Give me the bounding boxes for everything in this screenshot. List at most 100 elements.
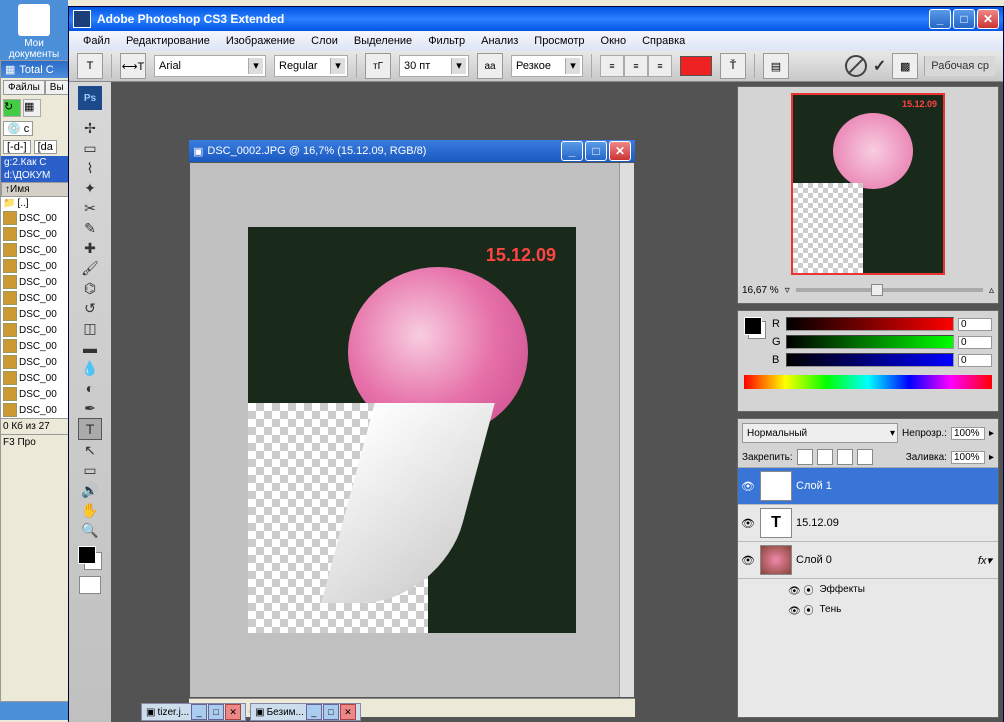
- list-item[interactable]: DSC_00: [1, 258, 69, 274]
- marquee-tool[interactable]: ▭: [79, 138, 101, 158]
- font-style-select[interactable]: Regular: [274, 55, 348, 77]
- r-slider[interactable]: [786, 317, 954, 331]
- brush-tool[interactable]: 🖌: [79, 258, 101, 278]
- align-right-button[interactable]: ≡: [648, 55, 672, 77]
- nav-zoom-slider[interactable]: [796, 288, 983, 292]
- layer-fx-shadow[interactable]: 👁 ⦿ Тень: [738, 599, 998, 619]
- history-brush-tool[interactable]: ↺: [79, 298, 101, 318]
- tc-drive-c[interactable]: 💿 c: [3, 121, 33, 136]
- gradient-tool[interactable]: ▬: [79, 338, 101, 358]
- ps-badge-icon[interactable]: Ps: [78, 86, 102, 110]
- heal-tool[interactable]: ✚: [79, 238, 101, 258]
- tab-min-icon[interactable]: _: [306, 704, 322, 720]
- menu-layers[interactable]: Слои: [303, 33, 346, 49]
- list-item[interactable]: DSC_00: [1, 306, 69, 322]
- doc-vscroll[interactable]: [619, 163, 634, 697]
- visibility-icon[interactable]: 👁: [740, 517, 756, 530]
- text-orient-icon[interactable]: ⟷T: [120, 53, 146, 79]
- tc-path-2[interactable]: d:\ДОКУМ: [1, 169, 69, 182]
- minimize-button[interactable]: _: [929, 9, 951, 29]
- char-panel-icon[interactable]: ▤: [763, 53, 789, 79]
- list-item[interactable]: DSC_00: [1, 322, 69, 338]
- tc-tab-2[interactable]: Вы: [45, 80, 69, 95]
- layer-item[interactable]: 👁 T 15.12.09: [738, 505, 998, 542]
- menu-window[interactable]: Окно: [593, 33, 635, 49]
- zoom-tool[interactable]: 🔍: [79, 520, 101, 540]
- lock-brush-icon[interactable]: [817, 449, 833, 465]
- tc-updir[interactable]: 📁[..]: [1, 197, 69, 210]
- workspace-button[interactable]: Рабочая ср: [924, 56, 995, 76]
- warp-text-icon[interactable]: Ť: [720, 53, 746, 79]
- r-value[interactable]: 0: [958, 318, 992, 331]
- menu-image[interactable]: Изображение: [218, 33, 303, 49]
- layer-fx-group[interactable]: 👁 ⦿ Эффекты: [738, 579, 998, 599]
- tab-max-icon[interactable]: □: [208, 704, 224, 720]
- text-color-swatch[interactable]: [680, 56, 712, 76]
- eraser-tool[interactable]: ◫: [79, 318, 101, 338]
- close-button[interactable]: ✕: [977, 9, 999, 29]
- layer-item[interactable]: 👁 T Слой 1: [738, 468, 998, 505]
- lock-pixels-icon[interactable]: [797, 449, 813, 465]
- visibility-icon[interactable]: 👁: [740, 480, 756, 493]
- maximize-button[interactable]: □: [953, 9, 975, 29]
- fill-arrow-icon[interactable]: ▸: [989, 452, 994, 463]
- tab-close-icon[interactable]: ✕: [225, 704, 241, 720]
- list-item[interactable]: DSC_00: [1, 402, 69, 418]
- align-left-button[interactable]: ≡: [600, 55, 624, 77]
- zoom-in-icon[interactable]: ▵: [989, 285, 994, 296]
- hand-tool[interactable]: ✋: [79, 500, 101, 520]
- list-item[interactable]: DSC_00: [1, 210, 69, 226]
- doc-maximize-button[interactable]: □: [585, 141, 607, 161]
- list-item[interactable]: DSC_00: [1, 338, 69, 354]
- crop-tool[interactable]: ✂: [79, 198, 101, 218]
- lock-move-icon[interactable]: [837, 449, 853, 465]
- tab-min-icon[interactable]: _: [191, 704, 207, 720]
- wand-tool[interactable]: ✦: [79, 178, 101, 198]
- g-value[interactable]: 0: [958, 336, 992, 349]
- tc-file-list[interactable]: 📁[..] DSC_00 DSC_00 DSC_00 DSC_00 DSC_00…: [1, 197, 69, 418]
- menu-filter[interactable]: Фильтр: [420, 33, 473, 49]
- shape-tool[interactable]: ▭: [79, 460, 101, 480]
- zoom-out-icon[interactable]: ▿: [785, 285, 790, 296]
- layer-name[interactable]: 15.12.09: [796, 517, 996, 529]
- ps-titlebar[interactable]: Adobe Photoshop CS3 Extended _ □ ✕: [69, 7, 1003, 31]
- b-slider[interactable]: [786, 353, 954, 367]
- tc-drive-select[interactable]: [-d-]: [3, 140, 31, 154]
- blend-mode-select[interactable]: Нормальный: [742, 423, 898, 443]
- menu-select[interactable]: Выделение: [346, 33, 420, 49]
- tc-col-name[interactable]: ↑Имя: [1, 182, 69, 197]
- opacity-arrow-icon[interactable]: ▸: [989, 428, 994, 439]
- nav-zoom-value[interactable]: 16,67 %: [742, 285, 779, 296]
- antialias-select[interactable]: Резкое: [511, 55, 583, 77]
- layer-item[interactable]: 👁 Слой 0 fx▾: [738, 542, 998, 579]
- tab-close-icon[interactable]: ✕: [340, 704, 356, 720]
- list-item[interactable]: DSC_00: [1, 370, 69, 386]
- menu-edit[interactable]: Редактирование: [118, 33, 218, 49]
- list-item[interactable]: DSC_00: [1, 386, 69, 402]
- desktop-shortcut[interactable]: Мои документы: [0, 0, 68, 64]
- notes-tool[interactable]: 🔊: [79, 480, 101, 500]
- g-slider[interactable]: [786, 335, 954, 349]
- blur-tool[interactable]: 💧: [79, 358, 101, 378]
- list-item[interactable]: DSC_00: [1, 290, 69, 306]
- color-spectrum[interactable]: [744, 375, 992, 389]
- doc-tab[interactable]: ▣ Безим... _□✕: [250, 703, 361, 721]
- layer-name[interactable]: Слой 1: [796, 480, 996, 492]
- doc-titlebar[interactable]: ▣ DSC_0002.JPG @ 16,7% (15.12.09, RGB/8)…: [189, 140, 635, 162]
- list-item[interactable]: DSC_00: [1, 242, 69, 258]
- bridge-icon[interactable]: ▩: [892, 53, 918, 79]
- doc-tab[interactable]: ▣ tizer.j... _□✕: [141, 703, 246, 721]
- quickmask-button[interactable]: [79, 576, 101, 594]
- fg-bg-colors[interactable]: [78, 546, 102, 570]
- align-center-button[interactable]: ≡: [624, 55, 648, 77]
- fx-badge-icon[interactable]: fx▾: [978, 554, 992, 567]
- color-swatches[interactable]: [744, 317, 766, 339]
- fill-value[interactable]: 100%: [951, 451, 985, 464]
- tc-tab-files[interactable]: Файлы: [3, 80, 45, 95]
- layer-list[interactable]: 👁 T Слой 1 👁 T 15.12.09 👁 Слой 0 fx▾: [738, 468, 998, 717]
- commit-icon[interactable]: [873, 56, 886, 76]
- tab-max-icon[interactable]: □: [323, 704, 339, 720]
- navigator-thumb[interactable]: 15.12.09: [791, 93, 945, 275]
- tc-path-1[interactable]: g:2.Как С: [1, 156, 69, 169]
- opacity-value[interactable]: 100%: [951, 427, 985, 440]
